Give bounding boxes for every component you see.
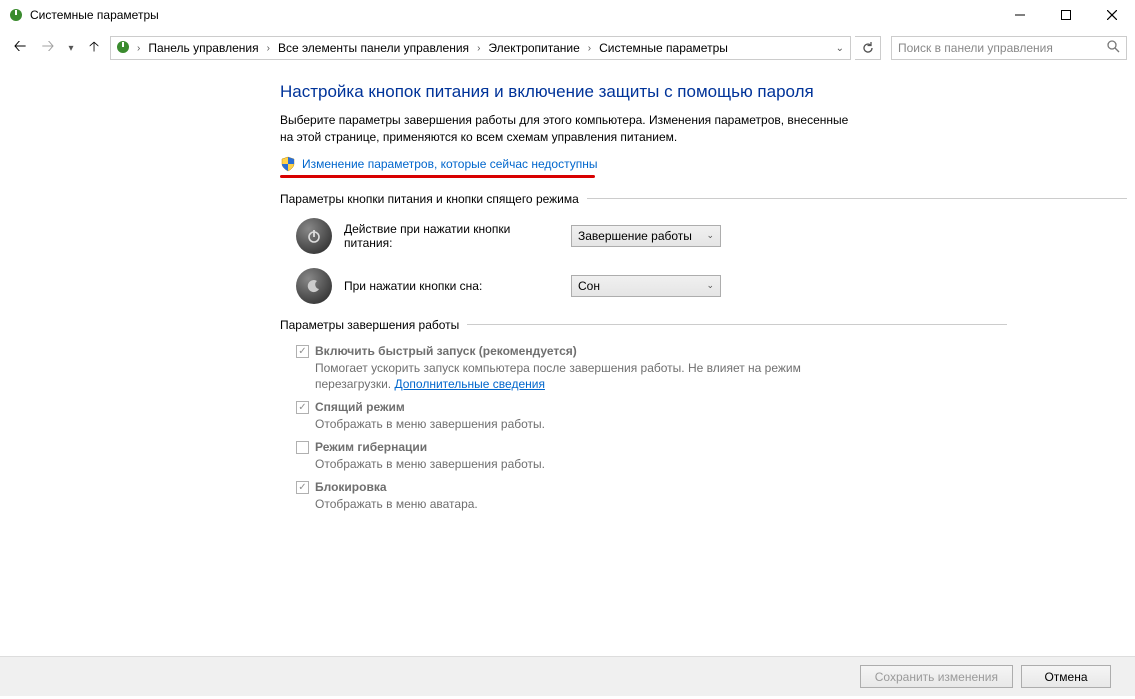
chevron-down-icon: ⌄	[706, 280, 714, 291]
divider	[587, 198, 1127, 199]
lock-checkbox-row: ✓ Блокировка	[296, 480, 1135, 494]
navbar: 🡠 🡢 ▾ 🡡 › Панель управления › Все элемен…	[0, 30, 1135, 66]
annotation-underline	[280, 175, 595, 178]
hibernate-checkbox-row: Режим гибернации	[296, 440, 1135, 454]
main-content: Настройка кнопок питания и включение защ…	[0, 66, 1135, 513]
power-icon	[296, 218, 332, 254]
section-title: Параметры завершения работы	[280, 318, 459, 332]
chevron-right-icon: ›	[265, 43, 272, 54]
lock-checkbox[interactable]: ✓	[296, 481, 309, 494]
checkbox-label: Включить быстрый запуск (рекомендуется)	[315, 344, 577, 358]
sleep-button-label: При нажатии кнопки сна:	[344, 279, 559, 293]
power-buttons-section: Параметры кнопки питания и кнопки спящег…	[280, 192, 1135, 304]
save-button[interactable]: Сохранить изменения	[860, 665, 1013, 688]
chevron-right-icon: ›	[586, 43, 593, 54]
cancel-button[interactable]: Отмена	[1021, 665, 1111, 688]
sleep-icon	[296, 268, 332, 304]
uac-link-row: Изменение параметров, которые сейчас нед…	[280, 156, 1135, 172]
checkbox-label: Блокировка	[315, 480, 387, 494]
sleep-button-row: При нажатии кнопки сна: Сон ⌄	[296, 268, 1135, 304]
hibernate-checkbox[interactable]	[296, 441, 309, 454]
checkbox-label: Режим гибернации	[315, 440, 427, 454]
forward-button[interactable]: 🡢	[36, 36, 60, 60]
chevron-down-icon: ⌄	[706, 230, 714, 241]
sleep-checkbox-row: ✓ Спящий режим	[296, 400, 1135, 414]
up-button[interactable]: 🡡	[82, 36, 106, 60]
search-icon[interactable]	[1107, 40, 1120, 56]
checkbox-description: Помогает ускорить запуск компьютера посл…	[315, 360, 855, 392]
breadcrumb-item[interactable]: Системные параметры	[597, 39, 730, 57]
window-title: Системные параметры	[30, 8, 997, 22]
chevron-right-icon: ›	[135, 43, 142, 54]
shutdown-settings-section: Параметры завершения работы ✓ Включить б…	[280, 318, 1135, 513]
divider	[467, 324, 1007, 325]
breadcrumb-item[interactable]: Электропитание	[486, 39, 581, 57]
maximize-button[interactable]	[1043, 0, 1089, 30]
power-options-icon	[8, 7, 24, 23]
close-button[interactable]	[1089, 0, 1135, 30]
address-bar[interactable]: › Панель управления › Все элементы панел…	[110, 36, 851, 60]
footer: Сохранить изменения Отмена	[0, 656, 1135, 696]
checkbox-description: Отображать в меню завершения работы.	[315, 456, 855, 472]
power-button-dropdown[interactable]: Завершение работы ⌄	[571, 225, 721, 247]
power-button-label: Действие при нажатии кнопки питания:	[344, 222, 559, 250]
refresh-button[interactable]	[855, 36, 881, 60]
change-unavailable-settings-link[interactable]: Изменение параметров, которые сейчас нед…	[302, 157, 598, 171]
power-button-row: Действие при нажатии кнопки питания: Зав…	[296, 218, 1135, 254]
section-title: Параметры кнопки питания и кнопки спящег…	[280, 192, 579, 206]
page-heading: Настройка кнопок питания и включение защ…	[280, 82, 1135, 102]
checkbox-label: Спящий режим	[315, 400, 405, 414]
fast-startup-checkbox[interactable]: ✓	[296, 345, 309, 358]
breadcrumb-item[interactable]: Панель управления	[146, 39, 260, 57]
window-controls	[997, 0, 1135, 30]
uac-shield-icon	[280, 156, 296, 172]
checkbox-description: Отображать в меню завершения работы.	[315, 416, 855, 432]
sleep-checkbox[interactable]: ✓	[296, 401, 309, 414]
more-info-link[interactable]: Дополнительные сведения	[394, 377, 544, 391]
checkbox-description: Отображать в меню аватара.	[315, 496, 855, 512]
chevron-right-icon: ›	[475, 43, 482, 54]
dropdown-value: Сон	[578, 279, 600, 293]
search-input[interactable]	[898, 41, 1107, 55]
page-description: Выберите параметры завершения работы для…	[280, 112, 850, 146]
dropdown-value: Завершение работы	[578, 229, 692, 243]
minimize-button[interactable]	[997, 0, 1043, 30]
fast-startup-checkbox-row: ✓ Включить быстрый запуск (рекомендуется…	[296, 344, 1135, 358]
back-button[interactable]: 🡠	[8, 36, 32, 60]
breadcrumb-item[interactable]: Все элементы панели управления	[276, 39, 471, 57]
titlebar: Системные параметры	[0, 0, 1135, 30]
history-chevron-icon[interactable]: ▾	[64, 43, 78, 54]
search-box[interactable]	[891, 36, 1127, 60]
power-options-icon	[115, 39, 131, 58]
sleep-button-dropdown[interactable]: Сон ⌄	[571, 275, 721, 297]
chevron-down-icon[interactable]: ⌄	[836, 43, 844, 54]
